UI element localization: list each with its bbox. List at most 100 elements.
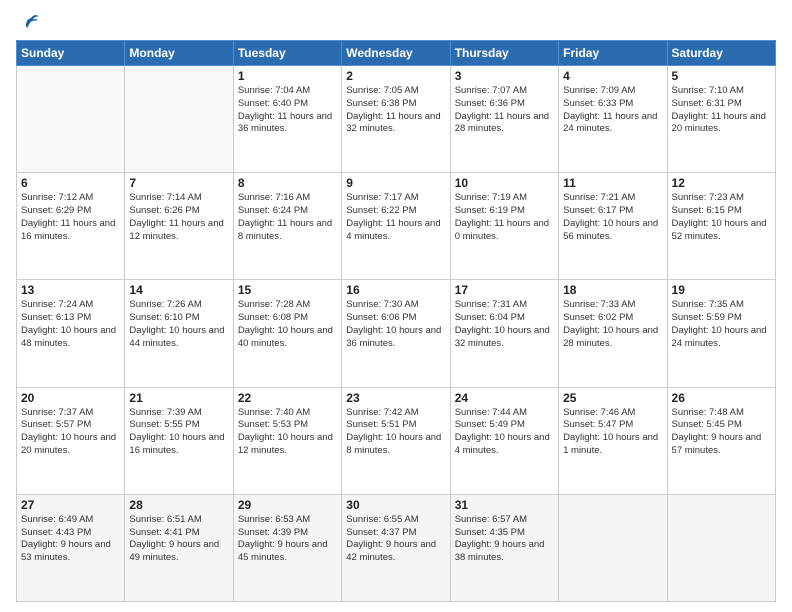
day-info: Sunrise: 7:39 AM Sunset: 5:55 PM Dayligh… (129, 407, 228, 458)
day-info: Sunrise: 7:42 AM Sunset: 5:51 PM Dayligh… (346, 407, 445, 458)
day-info: Sunrise: 7:31 AM Sunset: 6:04 PM Dayligh… (455, 299, 554, 350)
weekday-header-thursday: Thursday (450, 41, 558, 66)
calendar-cell: 15 Sunrise: 7:28 AM Sunset: 6:08 PM Dayli… (233, 280, 341, 387)
logo-bird-icon (18, 12, 40, 34)
day-info: Sunrise: 7:10 AM Sunset: 6:31 PM Dayligh… (672, 85, 771, 136)
calendar-cell: 7 Sunrise: 7:14 AM Sunset: 6:26 PM Daylig… (125, 173, 233, 280)
day-info: Sunrise: 7:44 AM Sunset: 5:49 PM Dayligh… (455, 407, 554, 458)
day-info: Sunrise: 6:55 AM Sunset: 4:37 PM Dayligh… (346, 514, 445, 565)
weekday-header-monday: Monday (125, 41, 233, 66)
day-info: Sunrise: 7:16 AM Sunset: 6:24 PM Dayligh… (238, 192, 337, 243)
calendar-cell: 6 Sunrise: 7:12 AM Sunset: 6:29 PM Daylig… (17, 173, 125, 280)
calendar-cell: 21 Sunrise: 7:39 AM Sunset: 5:55 PM Dayli… (125, 387, 233, 494)
calendar-cell: 19 Sunrise: 7:35 AM Sunset: 5:59 PM Dayli… (667, 280, 775, 387)
day-number: 7 (129, 176, 228, 190)
day-number: 1 (238, 69, 337, 83)
day-info: Sunrise: 7:46 AM Sunset: 5:47 PM Dayligh… (563, 407, 662, 458)
day-info: Sunrise: 6:57 AM Sunset: 4:35 PM Dayligh… (455, 514, 554, 565)
day-number: 27 (21, 498, 120, 512)
calendar-cell: 17 Sunrise: 7:31 AM Sunset: 6:04 PM Dayli… (450, 280, 558, 387)
day-info: Sunrise: 7:14 AM Sunset: 6:26 PM Dayligh… (129, 192, 228, 243)
day-number: 21 (129, 391, 228, 405)
calendar-cell: 18 Sunrise: 7:33 AM Sunset: 6:02 PM Dayli… (559, 280, 667, 387)
calendar-table: SundayMondayTuesdayWednesdayThursdayFrid… (16, 40, 776, 602)
weekday-header-saturday: Saturday (667, 41, 775, 66)
week-row-2: 6 Sunrise: 7:12 AM Sunset: 6:29 PM Daylig… (17, 173, 776, 280)
day-number: 8 (238, 176, 337, 190)
day-number: 26 (672, 391, 771, 405)
calendar-cell: 2 Sunrise: 7:05 AM Sunset: 6:38 PM Daylig… (342, 66, 450, 173)
day-info: Sunrise: 7:05 AM Sunset: 6:38 PM Dayligh… (346, 85, 445, 136)
day-info: Sunrise: 7:33 AM Sunset: 6:02 PM Dayligh… (563, 299, 662, 350)
calendar-cell: 3 Sunrise: 7:07 AM Sunset: 6:36 PM Daylig… (450, 66, 558, 173)
day-number: 3 (455, 69, 554, 83)
day-info: Sunrise: 7:12 AM Sunset: 6:29 PM Dayligh… (21, 192, 120, 243)
day-number: 11 (563, 176, 662, 190)
calendar-cell: 29 Sunrise: 6:53 AM Sunset: 4:39 PM Dayli… (233, 494, 341, 601)
week-row-4: 20 Sunrise: 7:37 AM Sunset: 5:57 PM Dayli… (17, 387, 776, 494)
calendar-cell: 12 Sunrise: 7:23 AM Sunset: 6:15 PM Dayli… (667, 173, 775, 280)
day-number: 12 (672, 176, 771, 190)
day-info: Sunrise: 7:28 AM Sunset: 6:08 PM Dayligh… (238, 299, 337, 350)
calendar-cell: 24 Sunrise: 7:44 AM Sunset: 5:49 PM Dayli… (450, 387, 558, 494)
weekday-header-sunday: Sunday (17, 41, 125, 66)
day-info: Sunrise: 6:49 AM Sunset: 4:43 PM Dayligh… (21, 514, 120, 565)
calendar-cell: 20 Sunrise: 7:37 AM Sunset: 5:57 PM Dayli… (17, 387, 125, 494)
day-number: 18 (563, 283, 662, 297)
calendar-cell (559, 494, 667, 601)
day-number: 19 (672, 283, 771, 297)
day-number: 13 (21, 283, 120, 297)
calendar-cell: 9Sunrise: 7:17 AM Sunset: 6:22 PM Daylig… (342, 173, 450, 280)
weekday-header-wednesday: Wednesday (342, 41, 450, 66)
day-number: 24 (455, 391, 554, 405)
day-number: 16 (346, 283, 445, 297)
day-number: 31 (455, 498, 554, 512)
day-number: 15 (238, 283, 337, 297)
day-number: 20 (21, 391, 120, 405)
page: SundayMondayTuesdayWednesdayThursdayFrid… (0, 0, 792, 612)
day-number: 25 (563, 391, 662, 405)
calendar-cell: 5 Sunrise: 7:10 AM Sunset: 6:31 PM Daylig… (667, 66, 775, 173)
day-number: 30 (346, 498, 445, 512)
calendar-cell: 31 Sunrise: 6:57 AM Sunset: 4:35 PM Dayli… (450, 494, 558, 601)
day-number: 10 (455, 176, 554, 190)
day-number: 14 (129, 283, 228, 297)
day-info: Sunrise: 7:48 AM Sunset: 5:45 PM Dayligh… (672, 407, 771, 458)
calendar-cell: 1Sunrise: 7:04 AM Sunset: 6:40 PM Daylig… (233, 66, 341, 173)
header (16, 12, 776, 34)
calendar-cell: 10 Sunrise: 7:19 AM Sunset: 6:19 PM Dayli… (450, 173, 558, 280)
day-info: Sunrise: 7:09 AM Sunset: 6:33 PM Dayligh… (563, 85, 662, 136)
calendar-cell: 23 Sunrise: 7:42 AM Sunset: 5:51 PM Dayli… (342, 387, 450, 494)
day-number: 6 (21, 176, 120, 190)
calendar-cell (667, 494, 775, 601)
day-info: Sunrise: 6:53 AM Sunset: 4:39 PM Dayligh… (238, 514, 337, 565)
day-number: 29 (238, 498, 337, 512)
calendar-cell: 16 Sunrise: 7:30 AM Sunset: 6:06 PM Dayli… (342, 280, 450, 387)
day-info: Sunrise: 7:19 AM Sunset: 6:19 PM Dayligh… (455, 192, 554, 243)
week-row-1: 1Sunrise: 7:04 AM Sunset: 6:40 PM Daylig… (17, 66, 776, 173)
week-row-5: 27 Sunrise: 6:49 AM Sunset: 4:43 PM Dayli… (17, 494, 776, 601)
day-number: 17 (455, 283, 554, 297)
calendar-cell (125, 66, 233, 173)
calendar-cell: 8 Sunrise: 7:16 AM Sunset: 6:24 PM Daylig… (233, 173, 341, 280)
day-info: Sunrise: 7:37 AM Sunset: 5:57 PM Dayligh… (21, 407, 120, 458)
day-info: Sunrise: 7:24 AM Sunset: 6:13 PM Dayligh… (21, 299, 120, 350)
calendar-cell (17, 66, 125, 173)
day-info: Sunrise: 7:26 AM Sunset: 6:10 PM Dayligh… (129, 299, 228, 350)
day-info: Sunrise: 7:21 AM Sunset: 6:17 PM Dayligh… (563, 192, 662, 243)
day-number: 23 (346, 391, 445, 405)
calendar-cell: 28 Sunrise: 6:51 AM Sunset: 4:41 PM Dayli… (125, 494, 233, 601)
day-info: Sunrise: 7:23 AM Sunset: 6:15 PM Dayligh… (672, 192, 771, 243)
day-info: Sunrise: 7:07 AM Sunset: 6:36 PM Dayligh… (455, 85, 554, 136)
day-number: 22 (238, 391, 337, 405)
day-number: 2 (346, 69, 445, 83)
day-info: Sunrise: 7:35 AM Sunset: 5:59 PM Dayligh… (672, 299, 771, 350)
week-row-3: 13 Sunrise: 7:24 AM Sunset: 6:13 PM Dayli… (17, 280, 776, 387)
day-number: 5 (672, 69, 771, 83)
calendar-cell: 13 Sunrise: 7:24 AM Sunset: 6:13 PM Dayli… (17, 280, 125, 387)
day-number: 4 (563, 69, 662, 83)
day-number: 9 (346, 176, 445, 190)
day-info: Sunrise: 7:30 AM Sunset: 6:06 PM Dayligh… (346, 299, 445, 350)
day-number: 28 (129, 498, 228, 512)
day-info: Sunrise: 6:51 AM Sunset: 4:41 PM Dayligh… (129, 514, 228, 565)
